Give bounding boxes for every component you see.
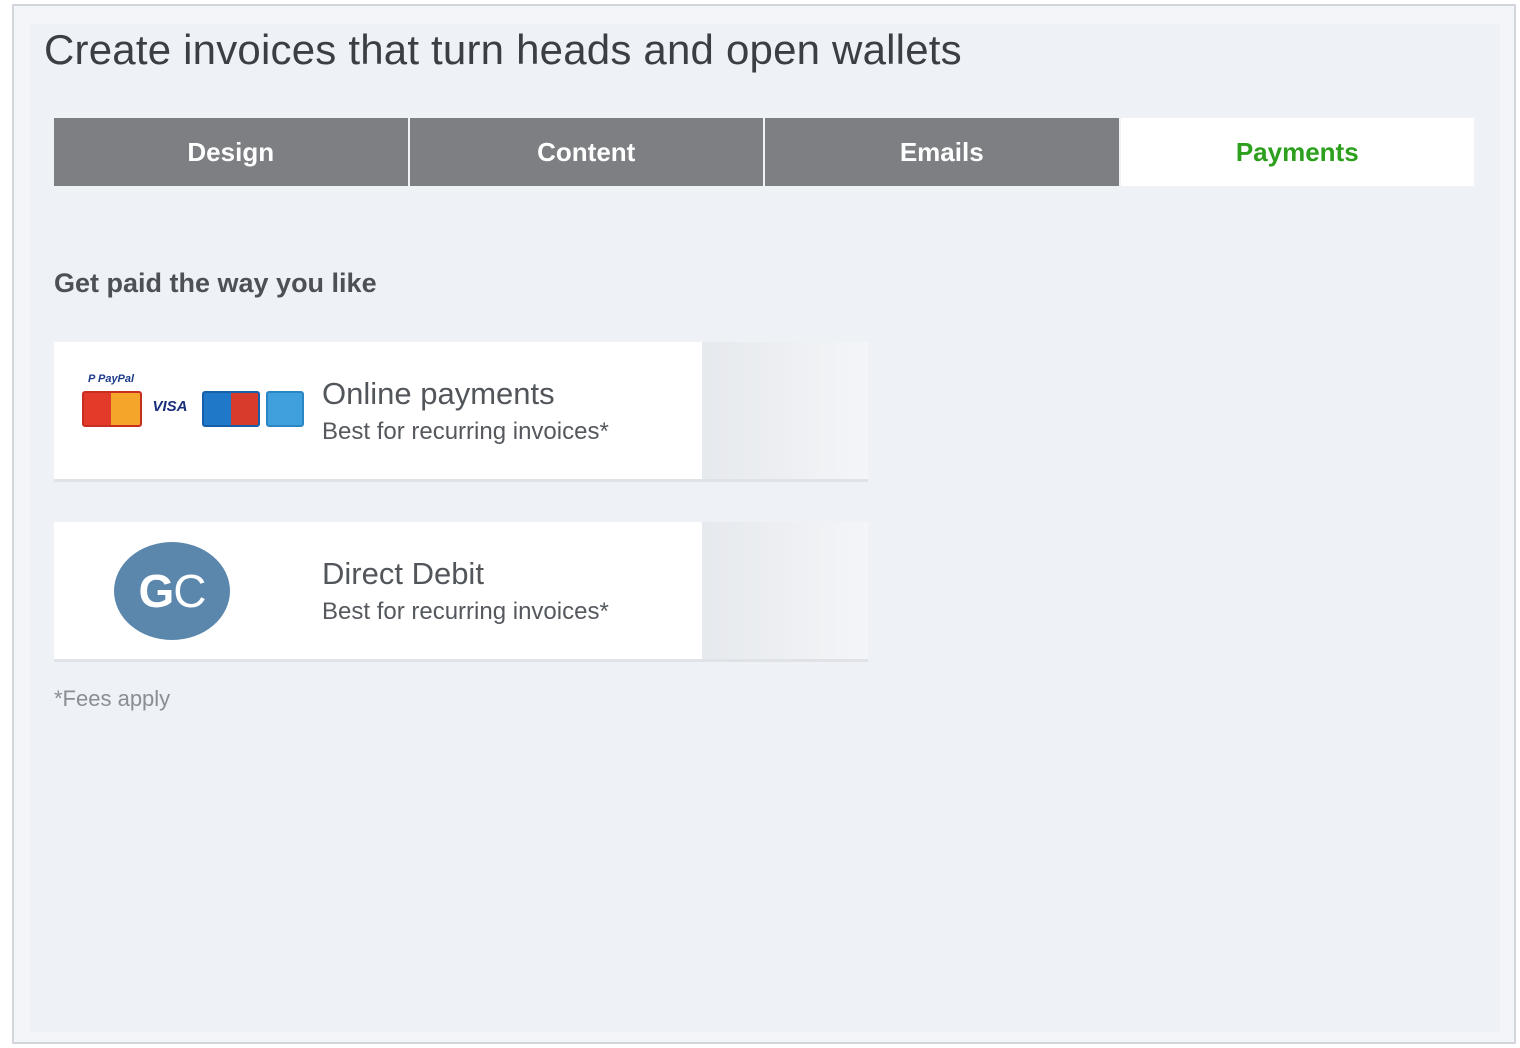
app-frame: Create invoices that turn heads and open… (12, 4, 1516, 1044)
tab-design[interactable]: Design (54, 118, 410, 186)
option-description: Best for recurring invoices* (322, 418, 609, 445)
section-heading: Get paid the way you like (54, 268, 377, 298)
option-shade (702, 342, 868, 479)
amex-logo (266, 390, 304, 427)
option-name: Online payments (322, 376, 555, 411)
page-title: Create invoices that turn heads and open… (44, 26, 962, 73)
tab-payments[interactable]: Payments (1120, 118, 1474, 186)
paypal-logo: P PayPal (88, 372, 135, 385)
maestro-logo (202, 390, 260, 427)
tab-content[interactable]: Content (409, 118, 765, 186)
mastercard-logo (82, 390, 142, 427)
gc-badge-icon: GC (114, 541, 230, 640)
direct-debit-option[interactable]: GC Direct Debit Best for recurring invoi… (54, 522, 868, 662)
gocardless-logo: GC (82, 522, 312, 659)
visa-logo: VISA (152, 398, 188, 415)
tab-bar: Design Content Emails Payments (54, 118, 1474, 186)
tab-emails[interactable]: Emails (765, 118, 1121, 186)
online-payments-option[interactable]: P PayPal VISA Online payments Best for r… (54, 342, 868, 482)
card-brands-logo: P PayPal VISA (82, 342, 312, 479)
fees-footnote: *Fees apply (54, 686, 171, 711)
option-name: Direct Debit (322, 556, 484, 591)
option-shade (702, 522, 868, 659)
option-description: Best for recurring invoices* (322, 598, 609, 625)
